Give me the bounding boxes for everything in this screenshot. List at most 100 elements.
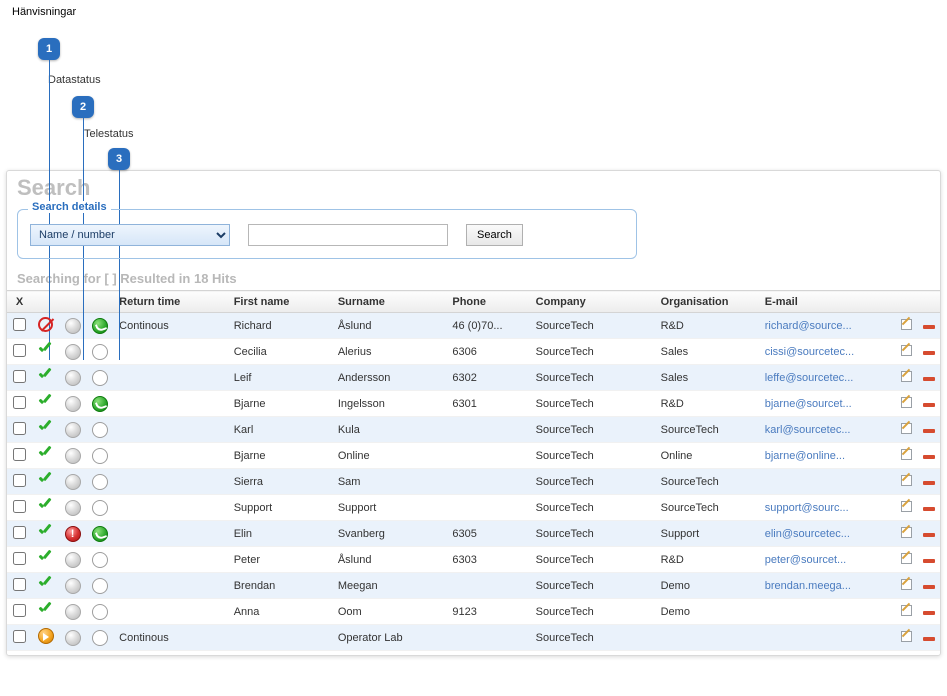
delete-icon[interactable] xyxy=(923,559,935,563)
cell-first-name: Leif xyxy=(228,365,332,391)
edit-icon[interactable] xyxy=(899,551,913,565)
search-type-dropdown[interactable]: Name / number xyxy=(30,224,230,246)
edit-icon[interactable] xyxy=(899,603,913,617)
edit-icon[interactable] xyxy=(899,473,913,487)
delete-icon[interactable] xyxy=(923,325,935,329)
delete-icon[interactable] xyxy=(923,377,935,381)
cell-company: SourceTech xyxy=(530,365,655,391)
edit-icon[interactable] xyxy=(899,343,913,357)
row-checkbox[interactable] xyxy=(13,370,26,383)
cell-first-name: Karl xyxy=(228,417,332,443)
status-hollow-icon xyxy=(92,552,108,568)
col-phone[interactable]: Phone xyxy=(446,291,529,313)
email-link[interactable]: richard@source... xyxy=(765,320,852,332)
row-checkbox[interactable] xyxy=(13,318,26,331)
delete-icon[interactable] xyxy=(923,481,935,485)
table-row[interactable]: ContinousRichardÅslund46 (0)70...SourceT… xyxy=(7,313,940,339)
edit-icon[interactable] xyxy=(899,395,913,409)
col-status3[interactable] xyxy=(86,291,113,313)
status-grey-icon xyxy=(65,396,81,412)
col-surname[interactable]: Surname xyxy=(332,291,447,313)
col-company[interactable]: Company xyxy=(530,291,655,313)
delete-icon[interactable] xyxy=(923,403,935,407)
col-organisation[interactable]: Organisation xyxy=(655,291,759,313)
edit-icon[interactable] xyxy=(899,629,913,643)
table-row[interactable]: LeifAndersson6302SourceTechSalesleffe@so… xyxy=(7,365,940,391)
cell-surname: Meegan xyxy=(332,573,447,599)
edit-icon[interactable] xyxy=(899,369,913,383)
table-row[interactable]: ElinSvanberg6305SourceTechSupportelin@so… xyxy=(7,521,940,547)
edit-icon[interactable] xyxy=(899,447,913,461)
email-link[interactable]: bjarne@sourcet... xyxy=(765,398,852,410)
table-row[interactable]: BjarneIngelsson6301SourceTechR&Dbjarne@s… xyxy=(7,391,940,417)
delete-icon[interactable] xyxy=(923,429,935,433)
delete-icon[interactable] xyxy=(923,533,935,537)
email-link[interactable]: cissi@sourcetec... xyxy=(765,346,854,358)
email-link[interactable]: leffe@sourcetec... xyxy=(765,372,854,384)
edit-icon[interactable] xyxy=(899,525,913,539)
table-row[interactable]: ContinousOperator LabSourceTech xyxy=(7,625,940,651)
delete-icon[interactable] xyxy=(923,585,935,589)
cell-phone xyxy=(446,443,529,469)
row-checkbox[interactable] xyxy=(13,500,26,513)
row-checkbox[interactable] xyxy=(13,344,26,357)
col-status1[interactable] xyxy=(32,291,59,313)
row-checkbox[interactable] xyxy=(13,422,26,435)
table-row[interactable]: PeterÅslund6303SourceTechR&Dpeter@source… xyxy=(7,547,940,573)
status-grey-icon xyxy=(65,604,81,620)
cell-company: SourceTech xyxy=(530,339,655,365)
cell-return-time xyxy=(113,391,228,417)
search-panel: Search Search details Name / number Sear… xyxy=(6,170,941,656)
cell-organisation: SourceTech xyxy=(655,417,759,443)
email-link[interactable]: brendan.meega... xyxy=(765,580,851,592)
row-checkbox[interactable] xyxy=(13,604,26,617)
cell-phone: 6306 xyxy=(446,339,529,365)
email-link[interactable]: bjarne@online... xyxy=(765,450,845,462)
row-checkbox[interactable] xyxy=(13,396,26,409)
delete-icon[interactable] xyxy=(923,455,935,459)
delete-icon[interactable] xyxy=(923,637,935,641)
status-hollow-icon xyxy=(92,344,108,360)
cell-email: leffe@sourcetec... xyxy=(759,365,894,391)
row-checkbox[interactable] xyxy=(13,474,26,487)
table-row[interactable]: SierraSamSourceTechSourceTech xyxy=(7,469,940,495)
row-checkbox[interactable] xyxy=(13,630,26,643)
table-row[interactable]: AnnaOom9123SourceTechDemo xyxy=(7,599,940,625)
edit-icon[interactable] xyxy=(899,499,913,513)
table-row[interactable]: BjarneOnlineSourceTechOnlinebjarne@onlin… xyxy=(7,443,940,469)
email-link[interactable]: peter@sourcet... xyxy=(765,554,846,566)
edit-icon[interactable] xyxy=(899,317,913,331)
cell-email: peter@sourcet... xyxy=(759,547,894,573)
col-select[interactable]: X xyxy=(7,291,32,313)
annotation-area: Hänvisningar 1 Datastatus 2 Telestatus 3 xyxy=(0,0,947,170)
email-link[interactable]: elin@sourcetec... xyxy=(765,528,850,540)
delete-icon[interactable] xyxy=(923,611,935,615)
table-row[interactable]: BrendanMeeganSourceTechDemobrendan.meega… xyxy=(7,573,940,599)
delete-icon[interactable] xyxy=(923,507,935,511)
table-row[interactable]: KarlKulaSourceTechSourceTechkarl@sourcet… xyxy=(7,417,940,443)
delete-icon[interactable] xyxy=(923,351,935,355)
table-header-row: X Return time First name Surname Phone C… xyxy=(7,291,940,313)
cell-return-time xyxy=(113,443,228,469)
table-row[interactable]: CeciliaAlerius6306SourceTechSalescissi@s… xyxy=(7,339,940,365)
search-button[interactable]: Search xyxy=(466,224,523,246)
col-first-name[interactable]: First name xyxy=(228,291,332,313)
edit-icon[interactable] xyxy=(899,421,913,435)
check-icon xyxy=(38,342,54,358)
table-row[interactable]: SupportSupportSourceTechSourceTechsuppor… xyxy=(7,495,940,521)
search-input[interactable] xyxy=(248,224,448,246)
cell-first-name: Cecilia xyxy=(228,339,332,365)
check-icon xyxy=(38,602,54,618)
forbid-icon xyxy=(38,317,53,332)
row-checkbox[interactable] xyxy=(13,526,26,539)
row-checkbox[interactable] xyxy=(13,578,26,591)
email-link[interactable]: support@sourc... xyxy=(765,502,849,514)
row-checkbox[interactable] xyxy=(13,552,26,565)
col-return-time[interactable]: Return time xyxy=(113,291,228,313)
email-link[interactable]: karl@sourcetec... xyxy=(765,424,851,436)
edit-icon[interactable] xyxy=(899,577,913,591)
cell-organisation: SourceTech xyxy=(655,495,759,521)
status-grey-icon xyxy=(65,370,81,386)
col-email[interactable]: E-mail xyxy=(759,291,894,313)
row-checkbox[interactable] xyxy=(13,448,26,461)
